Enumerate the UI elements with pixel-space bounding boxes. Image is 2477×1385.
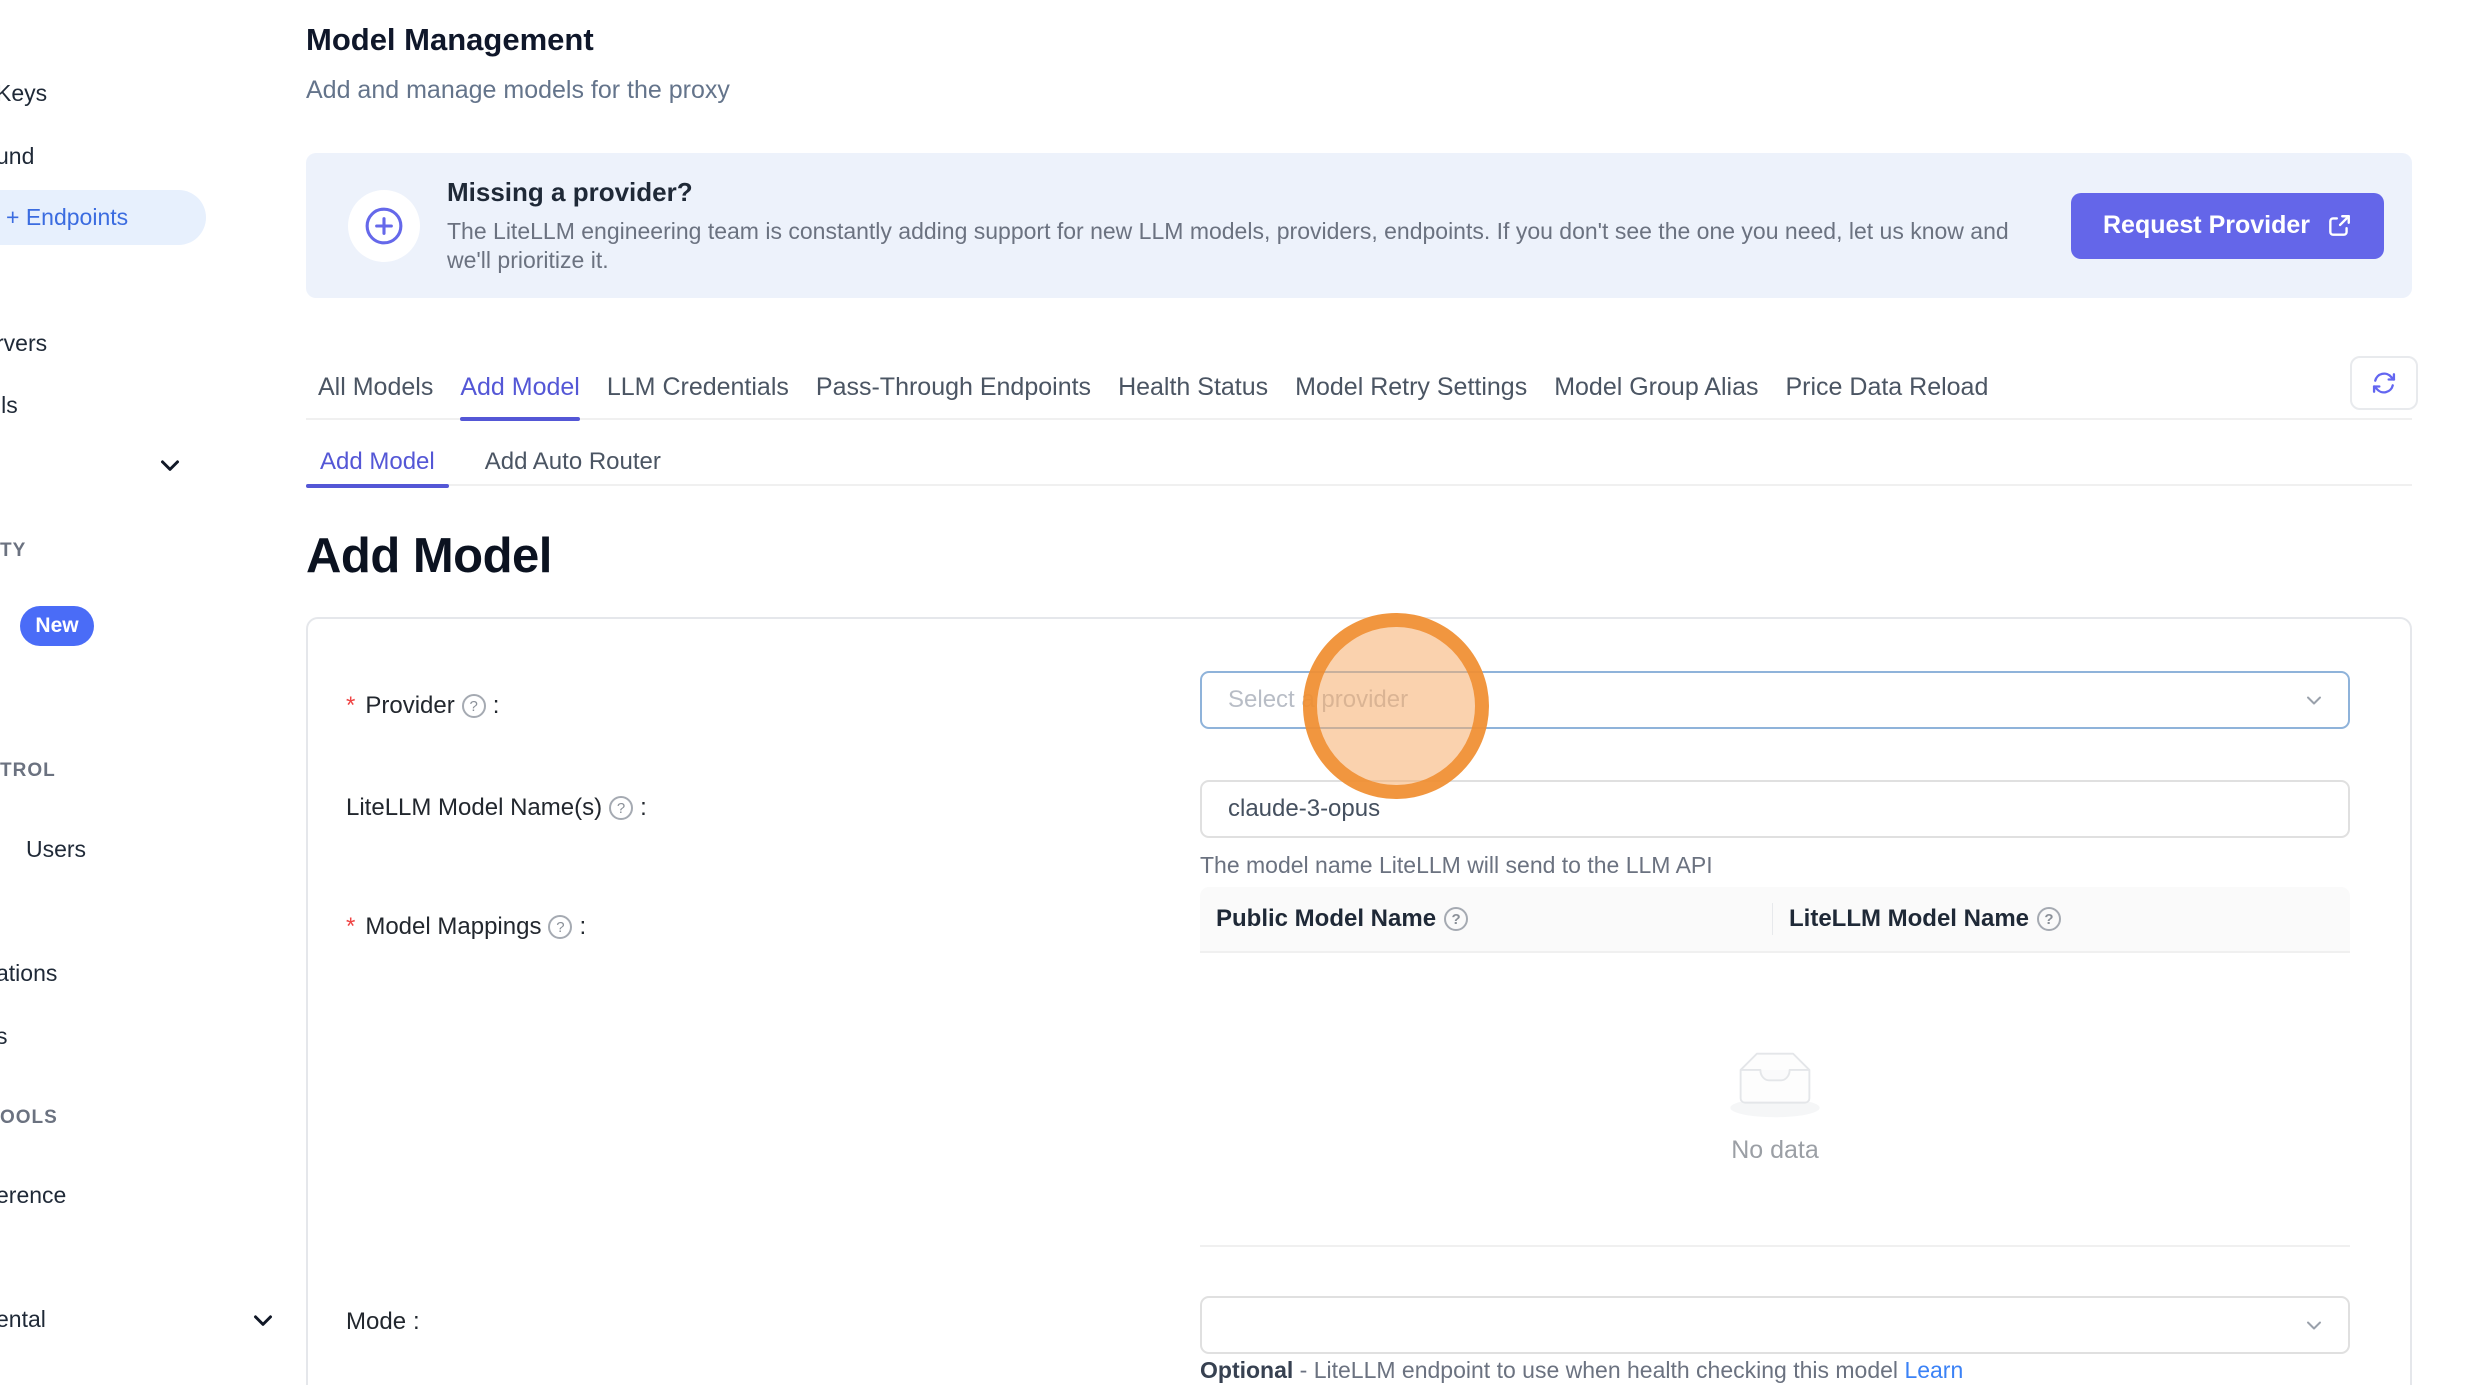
model-name-label: LiteLLM Model Name(s) ? : bbox=[346, 791, 647, 825]
table-empty-state: No data bbox=[1200, 953, 2350, 1247]
tab-health-status[interactable]: Health Status bbox=[1118, 361, 1268, 419]
mode-label-text: Mode bbox=[346, 1308, 406, 1336]
sync-icon bbox=[2370, 369, 2398, 397]
table-header-row: Public Model Name ? LiteLLM Model Name ? bbox=[1200, 887, 2350, 953]
provider-select-placeholder: Select a provider bbox=[1228, 686, 2302, 714]
sidebar-section-access-control: TROL bbox=[0, 758, 56, 784]
model-name-label-text: LiteLLM Model Name(s) bbox=[346, 794, 602, 822]
model-tabs: All Models Add Model LLM Credentials Pas… bbox=[306, 362, 2412, 420]
label-colon: : bbox=[640, 794, 647, 822]
sidebar-section-header: TY bbox=[0, 538, 26, 564]
banner-line-1: The LiteLLM engineering team is constant… bbox=[447, 217, 2071, 246]
mode-select[interactable] bbox=[1200, 1296, 2350, 1354]
new-badge[interactable]: New bbox=[20, 606, 94, 646]
add-model-subtabs: Add Model Add Auto Router bbox=[306, 446, 2412, 486]
required-asterisk: * bbox=[346, 692, 355, 720]
sidebar-section-tools: OOLS bbox=[0, 1105, 58, 1131]
tab-model-group-alias[interactable]: Model Group Alias bbox=[1554, 361, 1758, 419]
help-icon[interactable]: ? bbox=[609, 796, 633, 820]
request-provider-button[interactable]: Request Provider bbox=[2071, 193, 2384, 259]
tab-pass-through-endpoints[interactable]: Pass-Through Endpoints bbox=[816, 361, 1091, 419]
column-header-litellm-model-name: LiteLLM Model Name ? bbox=[1772, 903, 2350, 935]
chevron-down-icon bbox=[2302, 688, 2326, 712]
sidebar-item-models-endpoints[interactable]: + Endpoints bbox=[0, 190, 206, 245]
required-asterisk: * bbox=[346, 913, 355, 941]
add-model-heading: Add Model bbox=[306, 528, 552, 584]
sidebar-item-label: + Endpoints bbox=[6, 204, 128, 231]
model-mappings-table: Public Model Name ? LiteLLM Model Name ? bbox=[1200, 887, 2350, 1247]
sidebar-item-users[interactable]: Users bbox=[26, 832, 86, 866]
chevron-down-icon[interactable] bbox=[155, 450, 185, 485]
provider-select[interactable]: Select a provider bbox=[1200, 671, 2350, 729]
subtab-add-model[interactable]: Add Model bbox=[306, 446, 449, 486]
column-header-public-model-name: Public Model Name ? bbox=[1200, 905, 1772, 933]
refresh-button[interactable] bbox=[2350, 356, 2418, 410]
model-name-input[interactable] bbox=[1200, 780, 2350, 838]
no-data-text: No data bbox=[1731, 1136, 1819, 1165]
sidebar-item-servers[interactable]: rvers bbox=[0, 326, 47, 360]
page-subtitle: Add and manage models for the proxy bbox=[306, 76, 730, 105]
learn-link[interactable]: Learn bbox=[1904, 1357, 1963, 1383]
sidebar: Keys und + Endpoints rvers ils TY New TR… bbox=[0, 0, 212, 1385]
model-mappings-label-text: Model Mappings bbox=[365, 913, 541, 941]
banner-title: Missing a provider? bbox=[447, 177, 2071, 208]
subtab-add-auto-router[interactable]: Add Auto Router bbox=[471, 446, 675, 486]
chevron-down-icon[interactable] bbox=[248, 1305, 278, 1340]
banner-line-2: we'll prioritize it. bbox=[447, 246, 2071, 275]
tab-model-retry-settings[interactable]: Model Retry Settings bbox=[1295, 361, 1527, 419]
mode-helper-bold: Optional bbox=[1200, 1357, 1293, 1383]
label-colon: : bbox=[579, 913, 586, 941]
tab-all-models[interactable]: All Models bbox=[318, 361, 433, 419]
add-model-form-card: * Provider ? : Select a provider LiteLLM… bbox=[306, 617, 2412, 1385]
sidebar-item-keys[interactable]: Keys bbox=[0, 76, 47, 110]
column-header-label: Public Model Name bbox=[1216, 905, 1436, 933]
tab-add-model[interactable]: Add Model bbox=[460, 361, 580, 419]
plus-circle-icon bbox=[348, 190, 420, 262]
column-header-label: LiteLLM Model Name bbox=[1789, 905, 2029, 933]
sidebar-item-teams[interactable]: s bbox=[0, 1019, 8, 1053]
empty-box-icon bbox=[1720, 1041, 1830, 1128]
model-name-helper: The model name LiteLLM will send to the … bbox=[1200, 852, 1713, 879]
provider-label-text: Provider bbox=[365, 692, 454, 720]
sidebar-item-guardrails[interactable]: ils bbox=[0, 388, 18, 422]
request-provider-label: Request Provider bbox=[2103, 211, 2310, 240]
tab-llm-credentials[interactable]: LLM Credentials bbox=[607, 361, 789, 419]
sidebar-item-reference[interactable]: erence bbox=[0, 1178, 66, 1212]
sidebar-item-experimental[interactable]: ental bbox=[0, 1302, 46, 1336]
help-icon[interactable]: ? bbox=[1444, 907, 1468, 931]
label-colon: : bbox=[493, 692, 500, 720]
mode-helper-text: - LiteLLM endpoint to use when health ch… bbox=[1293, 1357, 1904, 1383]
banner-text: Missing a provider? The LiteLLM engineer… bbox=[447, 177, 2071, 275]
sidebar-item-organizations[interactable]: ations bbox=[0, 956, 57, 990]
tab-price-data-reload[interactable]: Price Data Reload bbox=[1785, 361, 1988, 419]
model-mappings-label: * Model Mappings ? : bbox=[346, 910, 586, 944]
help-icon[interactable]: ? bbox=[462, 694, 486, 718]
page-title: Model Management bbox=[306, 22, 594, 58]
mode-label: Mode : bbox=[346, 1305, 420, 1339]
provider-label: * Provider ? : bbox=[346, 689, 499, 723]
new-badge-label: New bbox=[35, 614, 78, 638]
missing-provider-banner: Missing a provider? The LiteLLM engineer… bbox=[306, 153, 2412, 298]
sidebar-item-playground[interactable]: und bbox=[0, 139, 34, 173]
help-icon[interactable]: ? bbox=[2037, 907, 2061, 931]
chevron-down-icon bbox=[2302, 1313, 2326, 1337]
help-icon[interactable]: ? bbox=[548, 915, 572, 939]
mode-helper: Optional - LiteLLM endpoint to use when … bbox=[1200, 1357, 1963, 1384]
label-colon: : bbox=[413, 1308, 420, 1336]
page: Keys und + Endpoints rvers ils TY New TR… bbox=[0, 0, 2477, 1385]
external-link-icon bbox=[2326, 213, 2352, 239]
